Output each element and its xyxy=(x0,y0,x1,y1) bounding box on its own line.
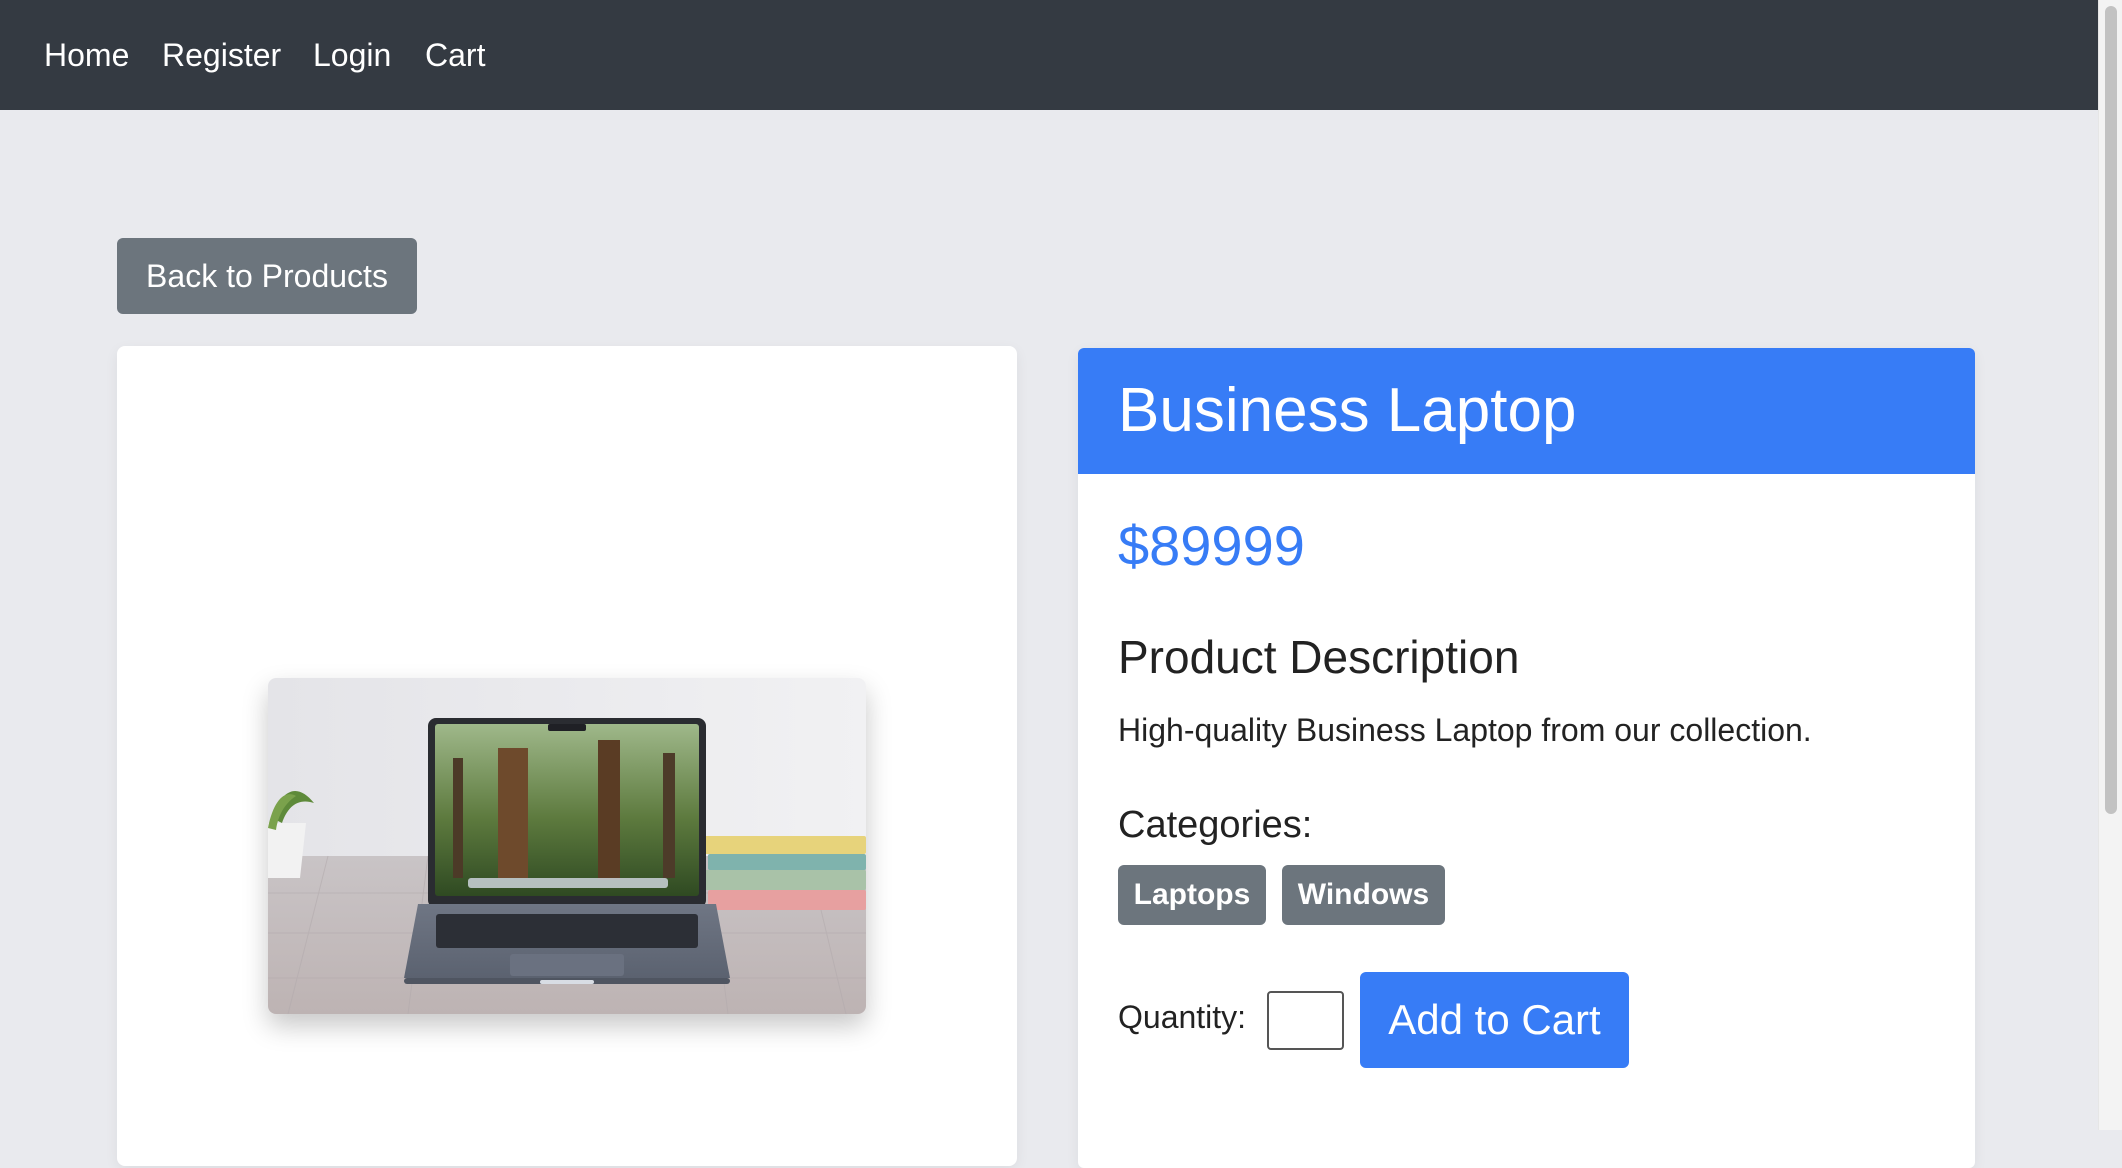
nav-link-home[interactable]: Home xyxy=(44,32,129,78)
product-price: $89999 xyxy=(1118,514,1305,577)
back-to-products-button[interactable]: Back to Products xyxy=(117,238,417,314)
nav-link-cart[interactable]: Cart xyxy=(425,32,485,78)
quantity-label: Quantity: xyxy=(1118,999,1247,1035)
quantity-input[interactable] xyxy=(1267,991,1344,1050)
category-badge-laptops: Laptops xyxy=(1118,865,1266,925)
scrollbar-thumb[interactable] xyxy=(2105,6,2117,814)
product-description: High-quality Business Laptop from our co… xyxy=(1118,712,1812,748)
category-badge-windows: Windows xyxy=(1282,865,1445,925)
product-image-card xyxy=(117,346,1017,1166)
nav-link-login[interactable]: Login xyxy=(313,32,391,78)
categories-heading: Categories: xyxy=(1118,804,1313,846)
nav-link-register[interactable]: Register xyxy=(162,32,281,78)
product-details-card: Business Laptop $89999 Product Descripti… xyxy=(1078,348,1975,1168)
product-image xyxy=(268,678,866,1014)
add-to-cart-button[interactable]: Add to Cart xyxy=(1360,972,1629,1068)
product-title: Business Laptop xyxy=(1118,376,1577,445)
top-navbar: Home Register Login Cart xyxy=(0,0,2098,110)
description-heading: Product Description xyxy=(1118,631,1520,683)
product-card-header: Business Laptop xyxy=(1078,348,1975,474)
